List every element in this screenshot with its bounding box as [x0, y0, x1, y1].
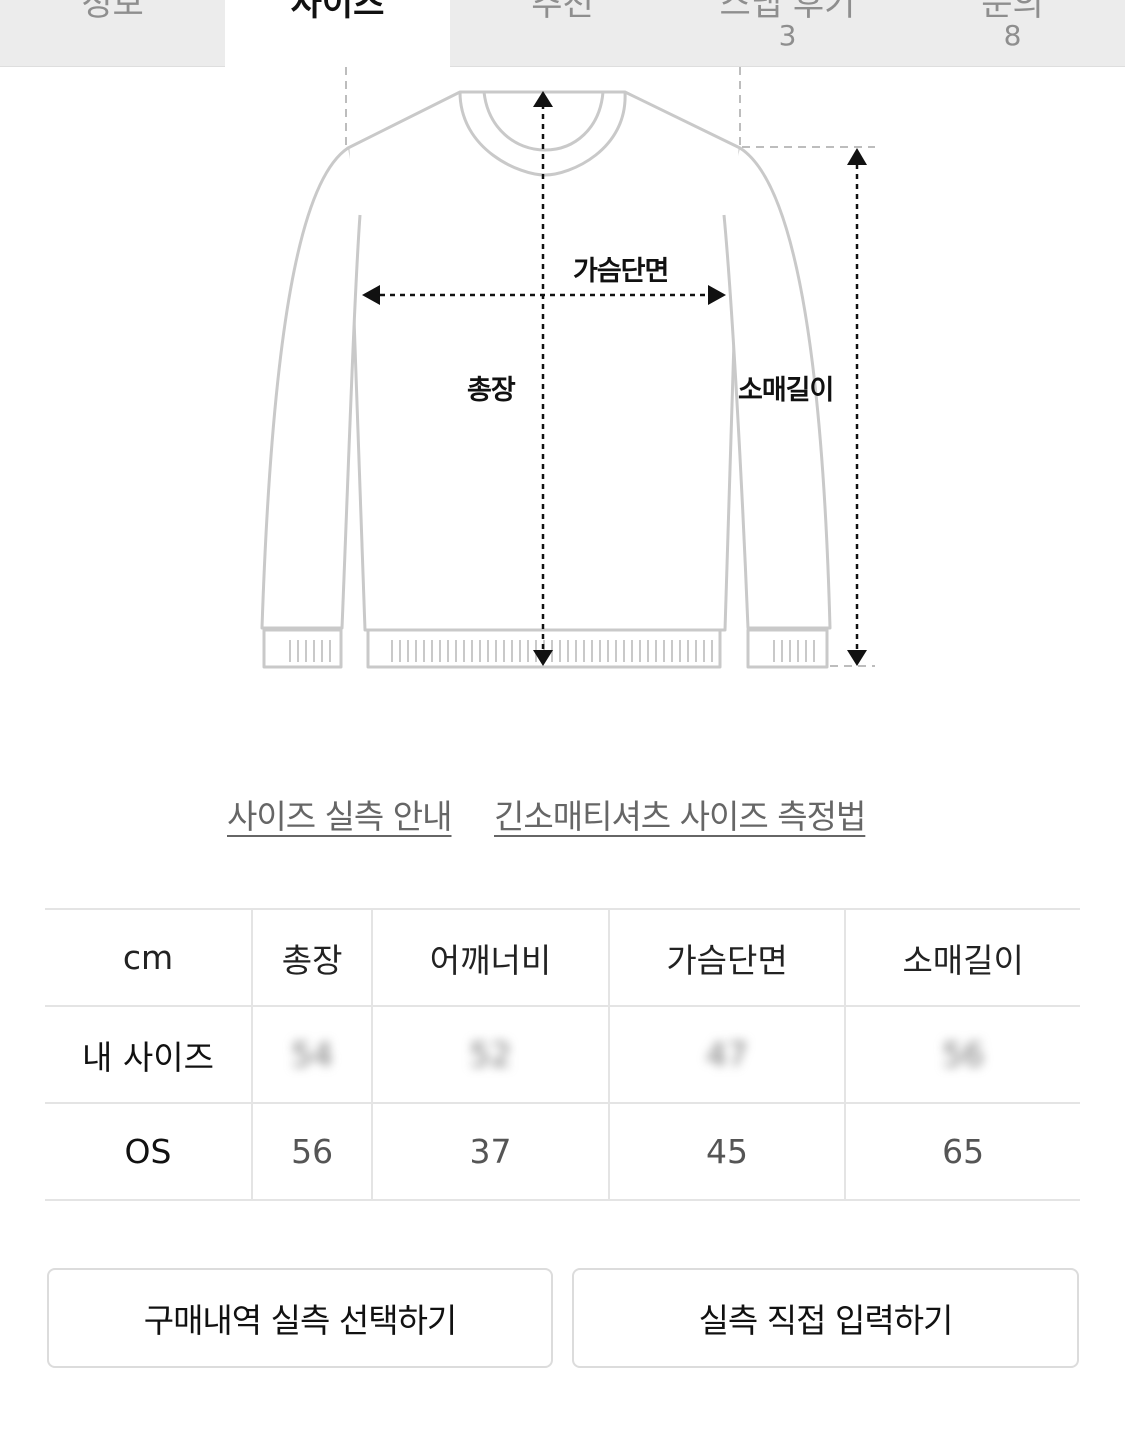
table-row-os: OS 56 37 45 65 — [45, 1102, 1080, 1201]
tab-size[interactable]: 사이즈 — [225, 0, 450, 67]
header-unit: cm — [45, 908, 252, 1007]
total-length-label: 총장 — [467, 375, 516, 406]
os-sleeve-length: 65 — [844, 1102, 1080, 1201]
my-size-total-length: 54 — [250, 1005, 373, 1104]
table-row-my-size: 내 사이즈 54 52 47 56 — [45, 1005, 1080, 1104]
row-label-my-size: 내 사이즈 — [45, 1005, 252, 1104]
tab-inquiry[interactable]: 문의 8 — [900, 0, 1125, 67]
header-sleeve-length: 소매길이 — [844, 908, 1080, 1007]
my-size-sleeve-length: 56 — [844, 1005, 1080, 1104]
chest-width-label: 가슴단면 — [573, 256, 669, 287]
header-shoulder-width: 어깨너비 — [371, 908, 609, 1007]
my-size-chest-width: 47 — [607, 1005, 846, 1104]
tab-snap-review-count: 3 — [778, 19, 797, 52]
tab-recommend[interactable]: 추천 — [450, 0, 675, 67]
tab-inquiry-count: 8 — [1003, 19, 1022, 52]
os-chest-width: 45 — [607, 1102, 846, 1201]
sweatshirt-illustration — [260, 67, 875, 669]
size-links: 사이즈 실측 안내 긴소매티셔츠 사이즈 측정법 — [0, 790, 1125, 840]
my-size-shoulder-width: 52 — [371, 1005, 609, 1104]
os-total-length: 56 — [250, 1102, 373, 1201]
tab-recommend-label: 추천 — [531, 0, 594, 24]
measure-method-link[interactable]: 긴소매티셔츠 사이즈 측정법 — [494, 790, 866, 838]
size-guide-link[interactable]: 사이즈 실측 안내 — [227, 790, 452, 838]
manual-input-button[interactable]: 실측 직접 입력하기 — [572, 1268, 1079, 1368]
tab-info[interactable]: 정보 — [0, 0, 225, 67]
tab-size-label: 사이즈 — [290, 0, 385, 24]
size-table: cm 총장 어깨너비 가슴단면 소매길이 내 사이즈 54 52 47 56 O… — [45, 908, 1080, 1201]
row-label-os: OS — [45, 1102, 252, 1201]
table-header-row: cm 총장 어깨너비 가슴단면 소매길이 — [45, 908, 1080, 1007]
select-purchase-history-button[interactable]: 구매내역 실측 선택하기 — [47, 1268, 553, 1368]
tab-bar: 정보 사이즈 추천 스냅 후기 3 문의 8 — [0, 0, 1125, 67]
header-chest-width: 가슴단면 — [607, 908, 846, 1007]
os-shoulder-width: 37 — [371, 1102, 609, 1201]
header-total-length: 총장 — [250, 908, 373, 1007]
size-diagram: 가슴단면 총장 소매길이 — [0, 67, 1125, 707]
tab-info-label: 정보 — [81, 0, 144, 24]
tab-snap-review[interactable]: 스냅 후기 3 — [675, 0, 900, 67]
sleeve-length-label: 소매길이 — [738, 375, 834, 406]
